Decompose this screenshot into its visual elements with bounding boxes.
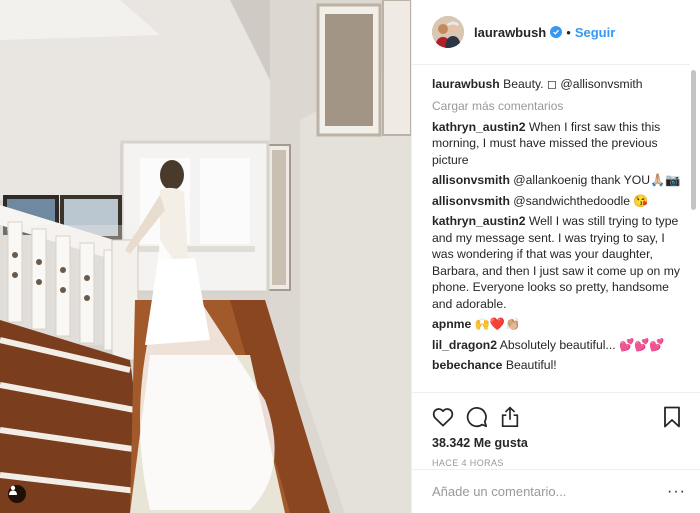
comment-item: bebechance Beautiful! <box>432 357 684 374</box>
comment-icon[interactable] <box>466 406 488 428</box>
comments-scrollbar[interactable] <box>691 70 696 210</box>
comment-text: Absolutely beautiful... 💕💕💕 <box>499 337 665 352</box>
caption-text: Beauty. ◻ @allisonvsmith <box>503 77 643 91</box>
comment-username[interactable]: allisonvsmith <box>432 194 510 208</box>
comment-item: allisonvsmith @sandwichthedoodle 😘 <box>432 193 684 210</box>
post-actions: 38.342 Me gusta HACE 4 HORAS <box>412 392 700 468</box>
caption: laurawbush Beauty. ◻ @allisonvsmith <box>432 76 684 93</box>
follow-button[interactable]: Seguir <box>575 25 615 40</box>
comment-text: @allankoenig thank YOU🙏🏼📷 <box>513 173 681 187</box>
heart-icon[interactable] <box>432 406 454 428</box>
comment-item: kathryn_austin2 When I first saw this th… <box>432 119 684 169</box>
comment-username[interactable]: bebechance <box>432 358 502 372</box>
comment-text: @sandwichthedoodle 😘 <box>513 193 649 208</box>
comment-username[interactable]: allisonvsmith <box>432 173 510 187</box>
comment-text: Well I was still trying to type and my m… <box>432 214 680 311</box>
comment-username[interactable]: kathryn_austin2 <box>432 214 525 228</box>
comment-item: apnme 🙌❤️👏🏼 <box>432 316 684 333</box>
user-tag-button[interactable] <box>8 485 26 503</box>
comment-username[interactable]: lil_dragon2 <box>432 338 497 352</box>
verified-badge-icon <box>550 26 563 38</box>
comment-item: kathryn_austin2 Well I was still trying … <box>432 213 684 312</box>
comment-text: 🙌❤️👏🏼 <box>474 317 521 331</box>
comment-item: lil_dragon2 Absolutely beautiful... 💕💕💕 <box>432 337 684 354</box>
share-icon[interactable] <box>500 406 522 428</box>
separator-dot: • <box>566 24 571 40</box>
add-comment-bar: ··· <box>412 469 700 513</box>
user-tag-icon <box>9 485 17 495</box>
post-timestamp: HACE 4 HORAS <box>432 458 504 468</box>
comment-item: allisonvsmith @allankoenig thank YOU🙏🏼📷 <box>432 172 684 189</box>
post-side-panel: laurawbush • Seguir laurawbush Beauty. ◻… <box>411 0 700 513</box>
avatar-image <box>432 16 464 48</box>
load-more-comments-link[interactable]: Cargar más comentarios <box>432 99 684 113</box>
avatar[interactable] <box>432 16 464 48</box>
caption-username[interactable]: laurawbush <box>432 77 500 91</box>
comment-username[interactable]: kathryn_austin2 <box>432 120 525 134</box>
author-username[interactable]: laurawbush <box>474 25 546 40</box>
comment-input[interactable] <box>432 484 668 499</box>
comment-username[interactable]: apnme <box>432 317 471 331</box>
comments-list[interactable]: laurawbush Beauty. ◻ @allisonvsmith Carg… <box>432 66 684 390</box>
comment-text: Beautiful! <box>505 358 557 372</box>
bookmark-icon[interactable] <box>663 406 685 428</box>
action-icons-row <box>432 399 685 435</box>
like-count[interactable]: 38.342 Me gusta <box>432 436 685 450</box>
post-photo[interactable] <box>0 0 411 513</box>
post-header: laurawbush • Seguir <box>412 0 690 65</box>
instagram-post: laurawbush • Seguir laurawbush Beauty. ◻… <box>0 0 700 513</box>
wedding-staircase-photo <box>0 0 411 513</box>
more-options-button[interactable]: ··· <box>667 483 686 501</box>
